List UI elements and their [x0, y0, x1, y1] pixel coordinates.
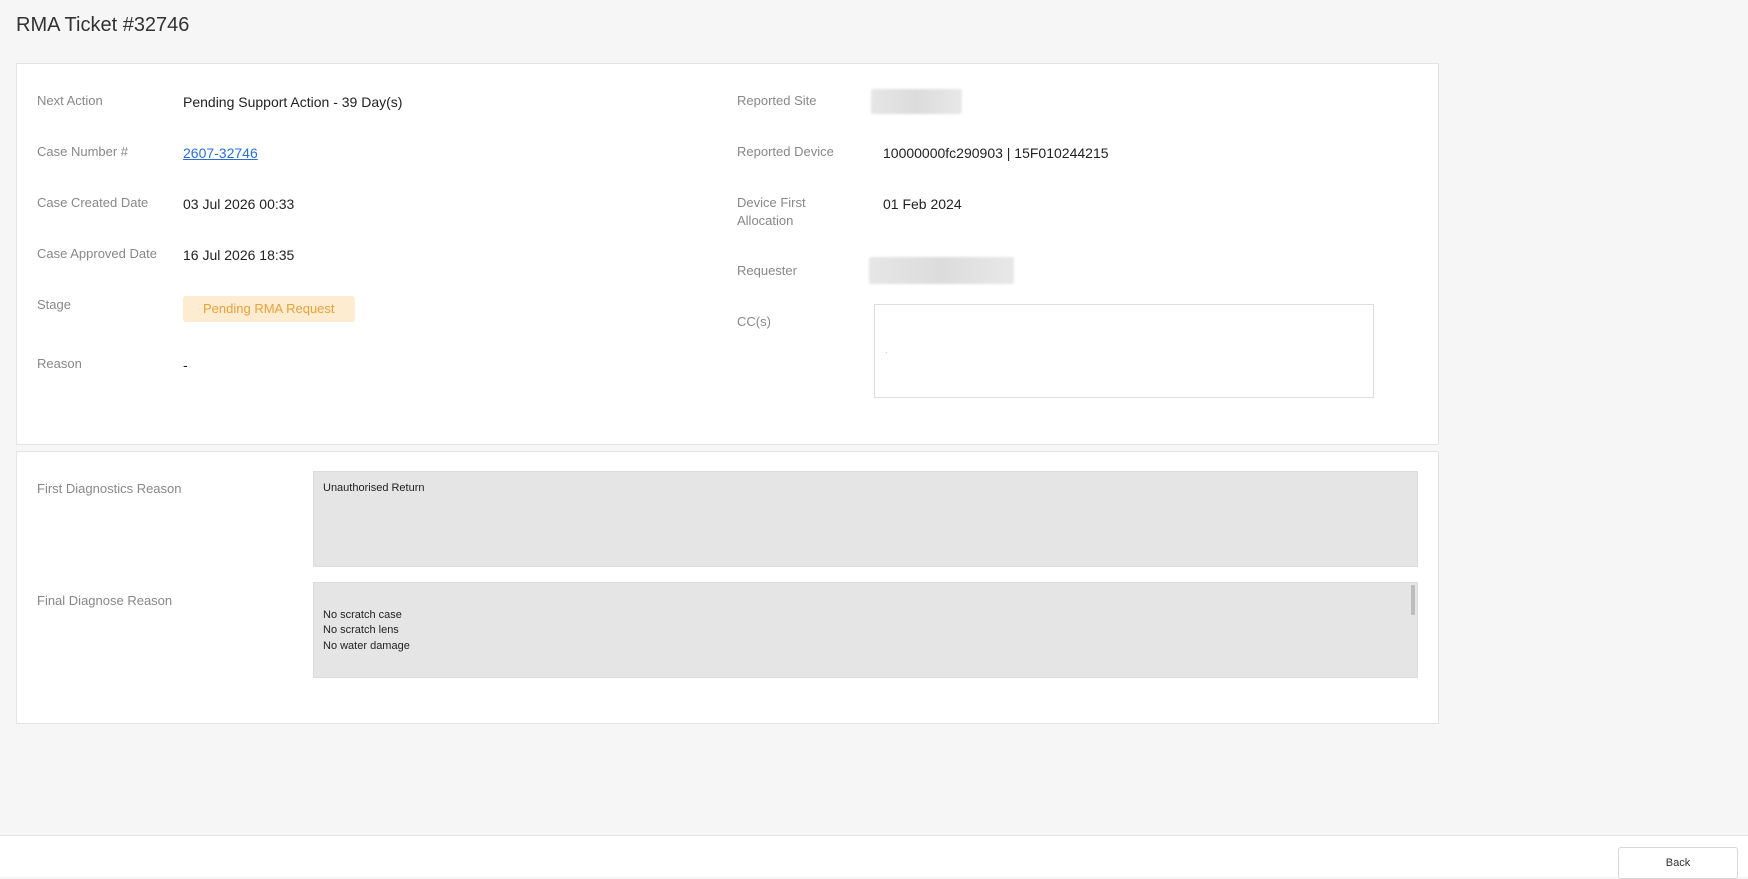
device-first-allocation-label: Device First Allocation: [737, 195, 806, 228]
first-diagnostics-reason-textarea[interactable]: Unauthorised Return: [313, 471, 1418, 567]
cc-field[interactable]: .: [874, 304, 1374, 398]
first-diagnostics-reason-label: First Diagnostics Reason: [37, 481, 182, 496]
reported-site-label: Reported Site: [737, 93, 817, 108]
case-number-label: Case Number #: [37, 144, 129, 159]
case-number-link[interactable]: 2607-32746: [183, 144, 258, 162]
requester-redacted-value: [869, 257, 1014, 284]
page-title: RMA Ticket #32746: [16, 14, 190, 36]
stage-label: Stage: [37, 297, 71, 312]
next-action-value: Pending Support Action - 39 Day(s): [183, 94, 403, 110]
case-approved-date-label: Case Approved Date: [37, 246, 157, 261]
cc-value: .: [885, 345, 888, 356]
device-first-allocation-value: 01 Feb 2024: [883, 196, 962, 212]
reason-label: Reason: [37, 356, 82, 371]
cc-label: CC(s): [737, 314, 771, 329]
ticket-info-card: Next Action Pending Support Action - 39 …: [16, 63, 1439, 445]
final-diagnose-reason-text: No scratch case No scratch lens No water…: [323, 608, 410, 652]
case-approved-date-value: 16 Jul 2026 18:35: [183, 247, 295, 263]
stage-badge: Pending RMA Request: [183, 296, 355, 322]
reported-site-redacted-value: [871, 89, 962, 114]
next-action-label: Next Action: [37, 93, 103, 108]
reported-device-label: Reported Device: [737, 144, 834, 159]
final-diagnose-reason-textarea[interactable]: No scratch case No scratch lens No water…: [313, 582, 1418, 678]
diagnostics-card: First Diagnostics Reason Unauthorised Re…: [16, 451, 1439, 724]
case-created-date-value: 03 Jul 2026 00:33: [183, 196, 295, 212]
reported-device-value: 10000000fc290903 | 15F010244215: [883, 145, 1109, 161]
requester-label: Requester: [737, 263, 797, 278]
textarea-scrollbar[interactable]: [1411, 585, 1415, 615]
footer-bar: Back: [0, 835, 1748, 879]
reason-value: -: [183, 357, 188, 373]
case-created-date-label: Case Created Date: [37, 195, 149, 210]
final-diagnose-reason-label: Final Diagnose Reason: [37, 593, 173, 608]
back-button[interactable]: Back: [1618, 847, 1738, 879]
